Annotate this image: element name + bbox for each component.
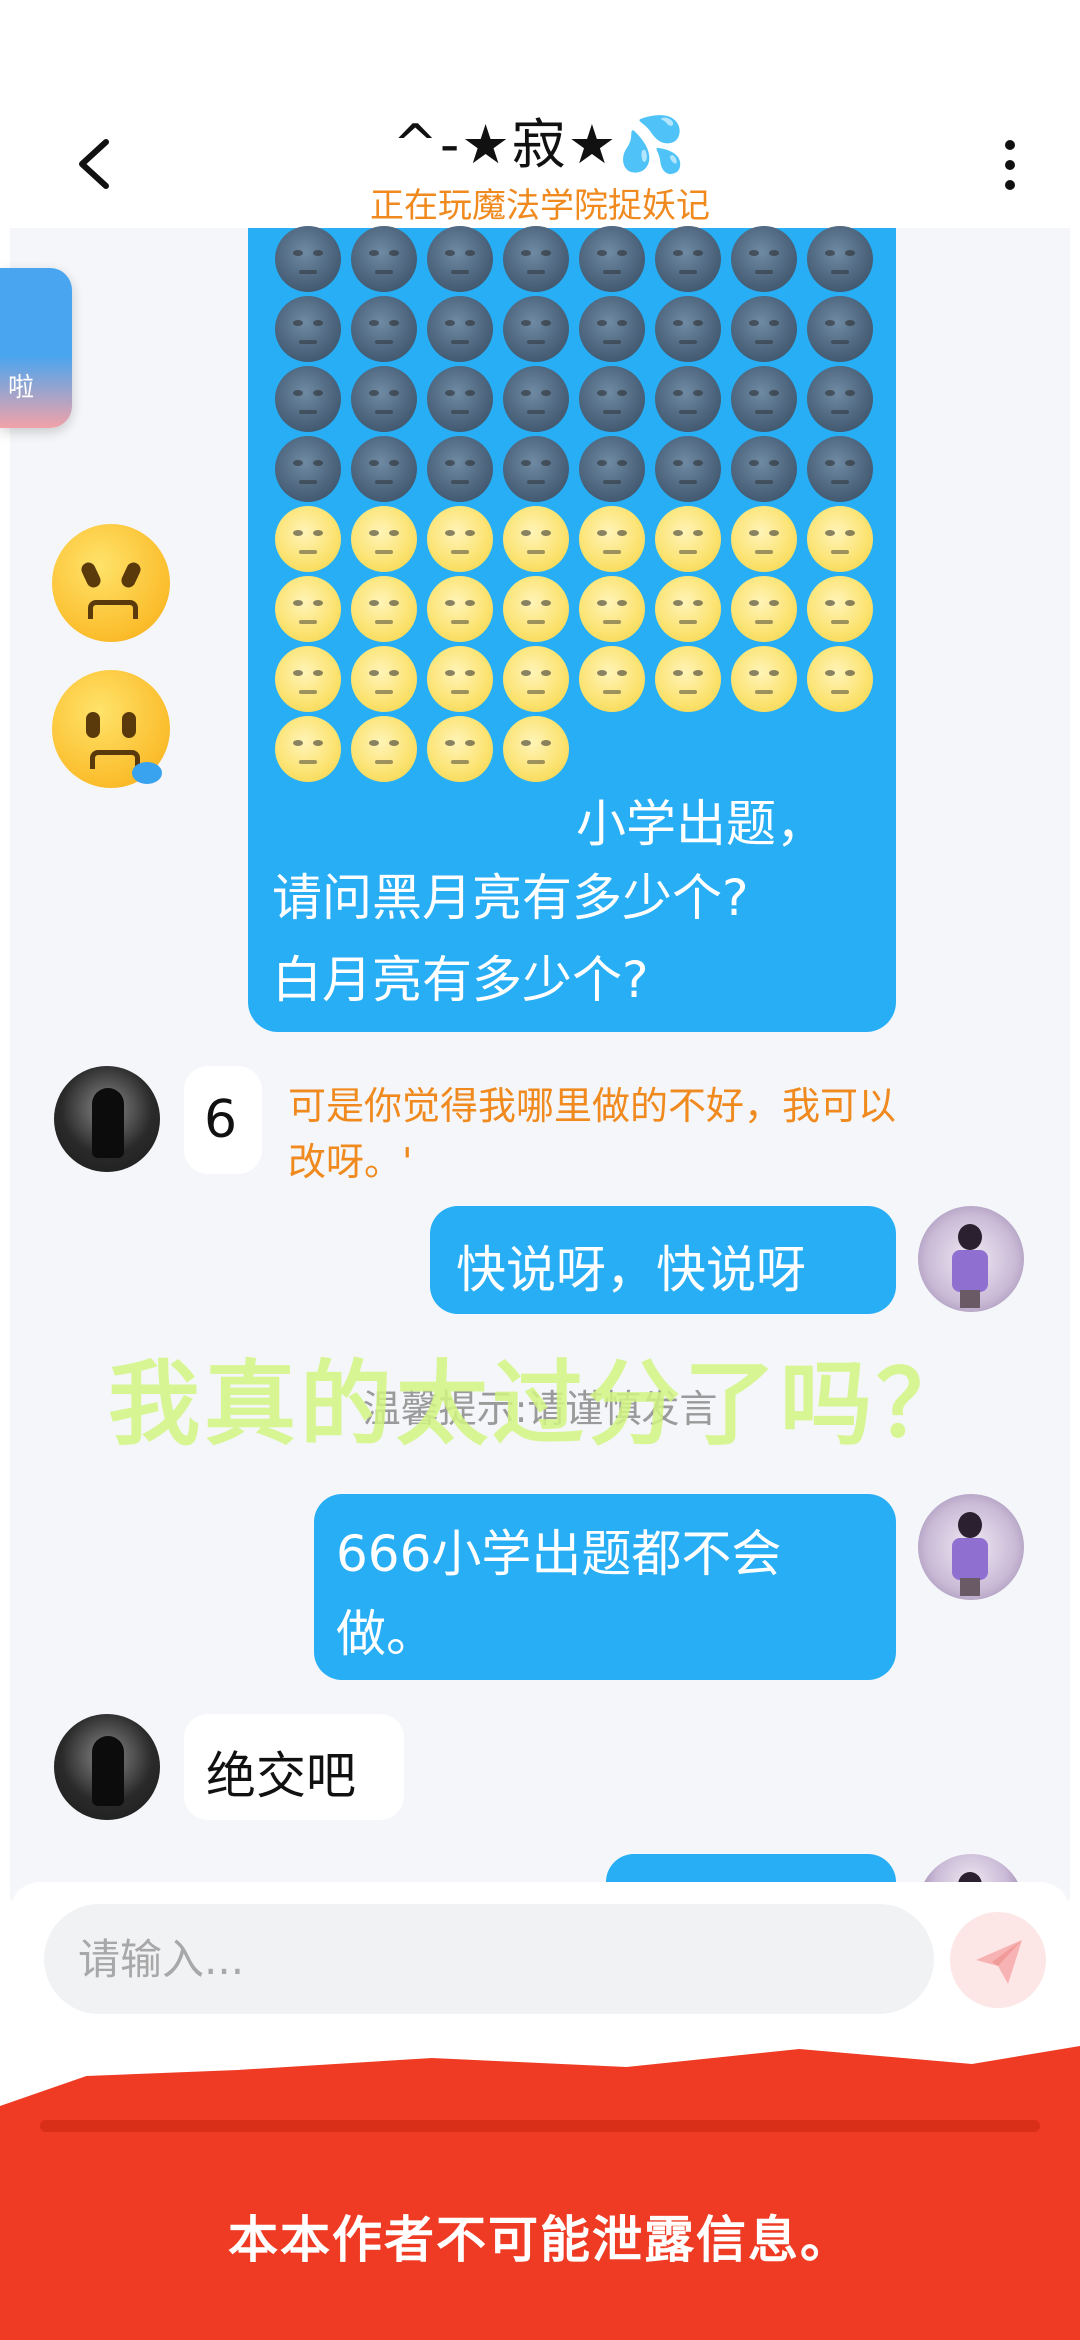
chat-header: ^-★寂★💦 正在玩魔法学院捉妖记 <box>0 0 1080 228</box>
floating-app-label: 啦 <box>8 373 35 403</box>
new-moon-face-icon <box>655 366 721 432</box>
message-text-line2: 做。 <box>336 1605 436 1663</box>
new-moon-face-icon <box>579 226 645 292</box>
full-moon-face-icon <box>731 506 797 572</box>
new-moon-face-icon <box>427 366 493 432</box>
new-moon-face-icon <box>503 296 569 362</box>
question-text-line3: 白月亮有多少个? <box>272 951 649 1009</box>
new-moon-face-icon <box>427 226 493 292</box>
new-moon-face-icon <box>731 366 797 432</box>
message-text: 快说呀，快说呀 <box>456 1241 806 1299</box>
redaction-stroke <box>40 2120 1040 2132</box>
new-moon-face-icon <box>427 436 493 502</box>
quoted-reply-line2: 改呀。' <box>288 1140 413 1184</box>
sad-sweat-face-emoji <box>52 670 170 788</box>
new-moon-face-icon <box>503 226 569 292</box>
new-moon-face-icon <box>807 366 873 432</box>
new-moon-face-icon <box>275 436 341 502</box>
full-moon-face-icon <box>427 506 493 572</box>
redaction-overlay <box>0 2046 1080 2340</box>
more-options-icon[interactable] <box>995 135 1025 195</box>
full-moon-face-icon <box>579 576 645 642</box>
full-moon-face-icon <box>351 646 417 712</box>
full-moon-face-icon <box>351 506 417 572</box>
new-moon-face-icon <box>503 436 569 502</box>
my-avatar[interactable] <box>918 1494 1024 1600</box>
new-moon-face-icon <box>731 296 797 362</box>
full-moon-face-icon <box>503 506 569 572</box>
full-moon-face-icon <box>503 576 569 642</box>
chat-title: ^-★寂★💦 <box>392 113 688 176</box>
send-paper-plane-icon <box>976 1940 1022 1984</box>
message-text-line1: 666小学出题都不会 <box>336 1525 782 1583</box>
redaction-caption: 本本作者不可能泄露信息。 <box>228 2211 852 2269</box>
new-moon-face-icon <box>655 226 721 292</box>
full-moon-face-icon <box>655 646 721 712</box>
new-moon-face-icon <box>351 366 417 432</box>
full-moon-face-icon <box>579 646 645 712</box>
contact-avatar[interactable] <box>54 1714 160 1820</box>
floating-app-shortcut[interactable]: 啦 <box>0 268 72 428</box>
quoted-reply-line1: 可是你觉得我哪里做的不好，我可以 <box>288 1084 897 1128</box>
angry-face-emoji <box>52 524 170 642</box>
message-bubble-outgoing[interactable]: 666小学出题都不会 做。 <box>314 1494 896 1680</box>
message-input[interactable] <box>44 1904 934 2014</box>
reply-count-badge[interactable]: 6 <box>184 1066 262 1174</box>
new-moon-face-icon <box>731 226 797 292</box>
full-moon-face-icon <box>807 646 873 712</box>
message-text: 绝交吧 <box>206 1747 356 1805</box>
overlay-caption: 我真的太过分了吗？ <box>107 1351 972 1458</box>
new-moon-face-icon <box>579 296 645 362</box>
full-moon-face-icon <box>351 716 417 782</box>
new-moon-face-icon <box>275 296 341 362</box>
new-moon-face-icon <box>275 226 341 292</box>
full-moon-face-icon <box>275 646 341 712</box>
my-avatar[interactable] <box>918 1206 1024 1312</box>
full-moon-face-icon <box>503 716 569 782</box>
new-moon-face-icon <box>731 436 797 502</box>
full-moon-face-icon <box>731 576 797 642</box>
new-moon-face-icon <box>503 366 569 432</box>
new-moon-face-icon <box>655 296 721 362</box>
message-bubble-incoming[interactable]: 绝交吧 <box>184 1714 404 1820</box>
full-moon-face-icon <box>275 716 341 782</box>
full-moon-face-icon <box>655 576 721 642</box>
new-moon-face-icon <box>351 226 417 292</box>
full-moon-face-icon <box>807 506 873 572</box>
full-moon-face-icon <box>351 576 417 642</box>
full-moon-face-icon <box>503 646 569 712</box>
new-moon-face-icon <box>807 226 873 292</box>
new-moon-face-icon <box>655 436 721 502</box>
full-moon-face-icon <box>275 576 341 642</box>
full-moon-face-icon <box>427 716 493 782</box>
new-moon-face-icon <box>351 296 417 362</box>
new-moon-face-icon <box>351 436 417 502</box>
chat-status-text: 正在玩魔法学院捉妖记 <box>370 186 710 226</box>
full-moon-face-icon <box>655 506 721 572</box>
new-moon-face-icon <box>579 366 645 432</box>
question-text-line1: 小学出题， <box>576 795 826 853</box>
message-bubble-outgoing[interactable]: 快说呀，快说呀 <box>430 1206 896 1314</box>
full-moon-face-icon <box>275 506 341 572</box>
new-moon-face-icon <box>807 296 873 362</box>
new-moon-face-icon <box>807 436 873 502</box>
full-moon-face-icon <box>731 646 797 712</box>
new-moon-face-icon <box>275 366 341 432</box>
contact-avatar[interactable] <box>54 1066 160 1172</box>
new-moon-face-icon <box>427 296 493 362</box>
send-button[interactable] <box>950 1912 1046 2008</box>
reply-count-value: 6 <box>204 1090 238 1150</box>
moon-emoji-grid <box>270 226 882 782</box>
new-moon-face-icon <box>579 436 645 502</box>
full-moon-face-icon <box>427 576 493 642</box>
question-text-line2: 请问黑月亮有多少个? <box>272 869 749 927</box>
full-moon-face-icon <box>807 576 873 642</box>
full-moon-face-icon <box>427 646 493 712</box>
full-moon-face-icon <box>579 506 645 572</box>
